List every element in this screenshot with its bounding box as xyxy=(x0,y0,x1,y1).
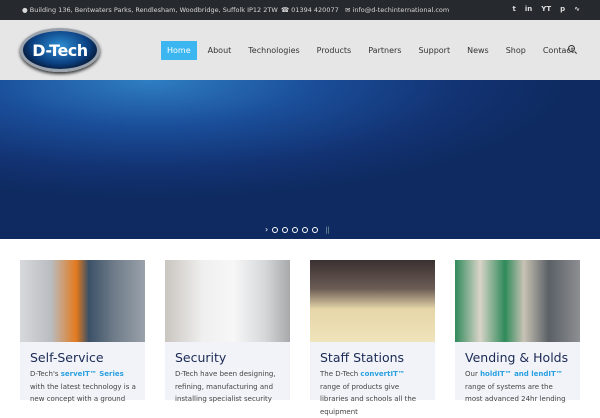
card-security[interactable]: Security D-Tech have been designing, ref… xyxy=(165,260,290,403)
card-image xyxy=(165,260,290,342)
slider-dot[interactable] xyxy=(302,226,309,233)
search-icon[interactable] xyxy=(568,45,575,52)
card-image xyxy=(310,260,435,342)
nav-news[interactable]: News xyxy=(461,41,495,60)
card-image xyxy=(455,260,580,342)
slider-dot[interactable] xyxy=(282,226,289,233)
card-link[interactable]: convertIT™ xyxy=(360,370,404,378)
nav-partners[interactable]: Partners xyxy=(362,41,407,60)
card-link[interactable]: holdIT™ and lendIT™ xyxy=(480,370,563,378)
slider-controls: › || xyxy=(265,225,330,234)
card-text: Our holdIT™ and lendIT™ range of systems… xyxy=(465,370,566,404)
next-arrow-icon[interactable]: › xyxy=(265,225,268,234)
card-staff-stations[interactable]: Staff Stations The D-Tech convertIT™ ran… xyxy=(310,260,435,416)
header: D-Tech Home About Technologies Products … xyxy=(0,20,600,80)
card-title: Self-Service xyxy=(30,350,104,365)
card-self-service[interactable]: Self-Service D-Tech's serveIT™ Series wi… xyxy=(20,260,145,403)
slider-dot[interactable] xyxy=(312,226,319,233)
main-nav: Home About Technologies Products Partner… xyxy=(161,40,585,60)
card-title: Staff Stations xyxy=(320,350,405,365)
card-image xyxy=(20,260,145,342)
email[interactable]: ✉ info@d-techinternational.com xyxy=(345,6,449,14)
nav-technologies[interactable]: Technologies xyxy=(242,41,305,60)
twitter-icon[interactable]: t xyxy=(513,5,516,13)
pause-icon[interactable]: || xyxy=(325,226,330,234)
card-text: D-Tech have been designing, refining, ma… xyxy=(175,370,276,404)
card-text: D-Tech's serveIT™ Series with the latest… xyxy=(30,370,136,404)
card-vending-holds[interactable]: Vending & Holds Our holdIT™ and lendIT™ … xyxy=(455,260,580,403)
linkedin-icon[interactable]: in xyxy=(525,5,532,13)
logo[interactable]: D-Tech xyxy=(20,28,100,72)
card-title: Security xyxy=(175,350,227,365)
pinterest-icon[interactable]: p xyxy=(560,5,565,13)
slider-dot[interactable] xyxy=(272,226,279,233)
rss-icon[interactable]: ∿ xyxy=(574,5,580,13)
card-title: Vending & Holds xyxy=(465,350,569,365)
address: ● Building 136, Bentwaters Parks, Rendle… xyxy=(22,6,278,14)
card-link[interactable]: serveIT™ Series xyxy=(61,370,124,378)
nav-home[interactable]: Home xyxy=(161,40,197,60)
phone[interactable]: ☎ 01394 420077 xyxy=(281,6,339,14)
nav-about[interactable]: About xyxy=(202,41,238,60)
nav-support[interactable]: Support xyxy=(412,41,456,60)
nav-products[interactable]: Products xyxy=(311,41,358,60)
top-bar: ● Building 136, Bentwaters Parks, Rendle… xyxy=(0,0,600,20)
slider-dot[interactable] xyxy=(292,226,299,233)
youtube-icon[interactable]: YT xyxy=(541,5,551,13)
card-text: The D-Tech convertIT™ range of products … xyxy=(320,370,417,416)
nav-shop[interactable]: Shop xyxy=(500,41,532,60)
hero-slider xyxy=(0,80,600,239)
